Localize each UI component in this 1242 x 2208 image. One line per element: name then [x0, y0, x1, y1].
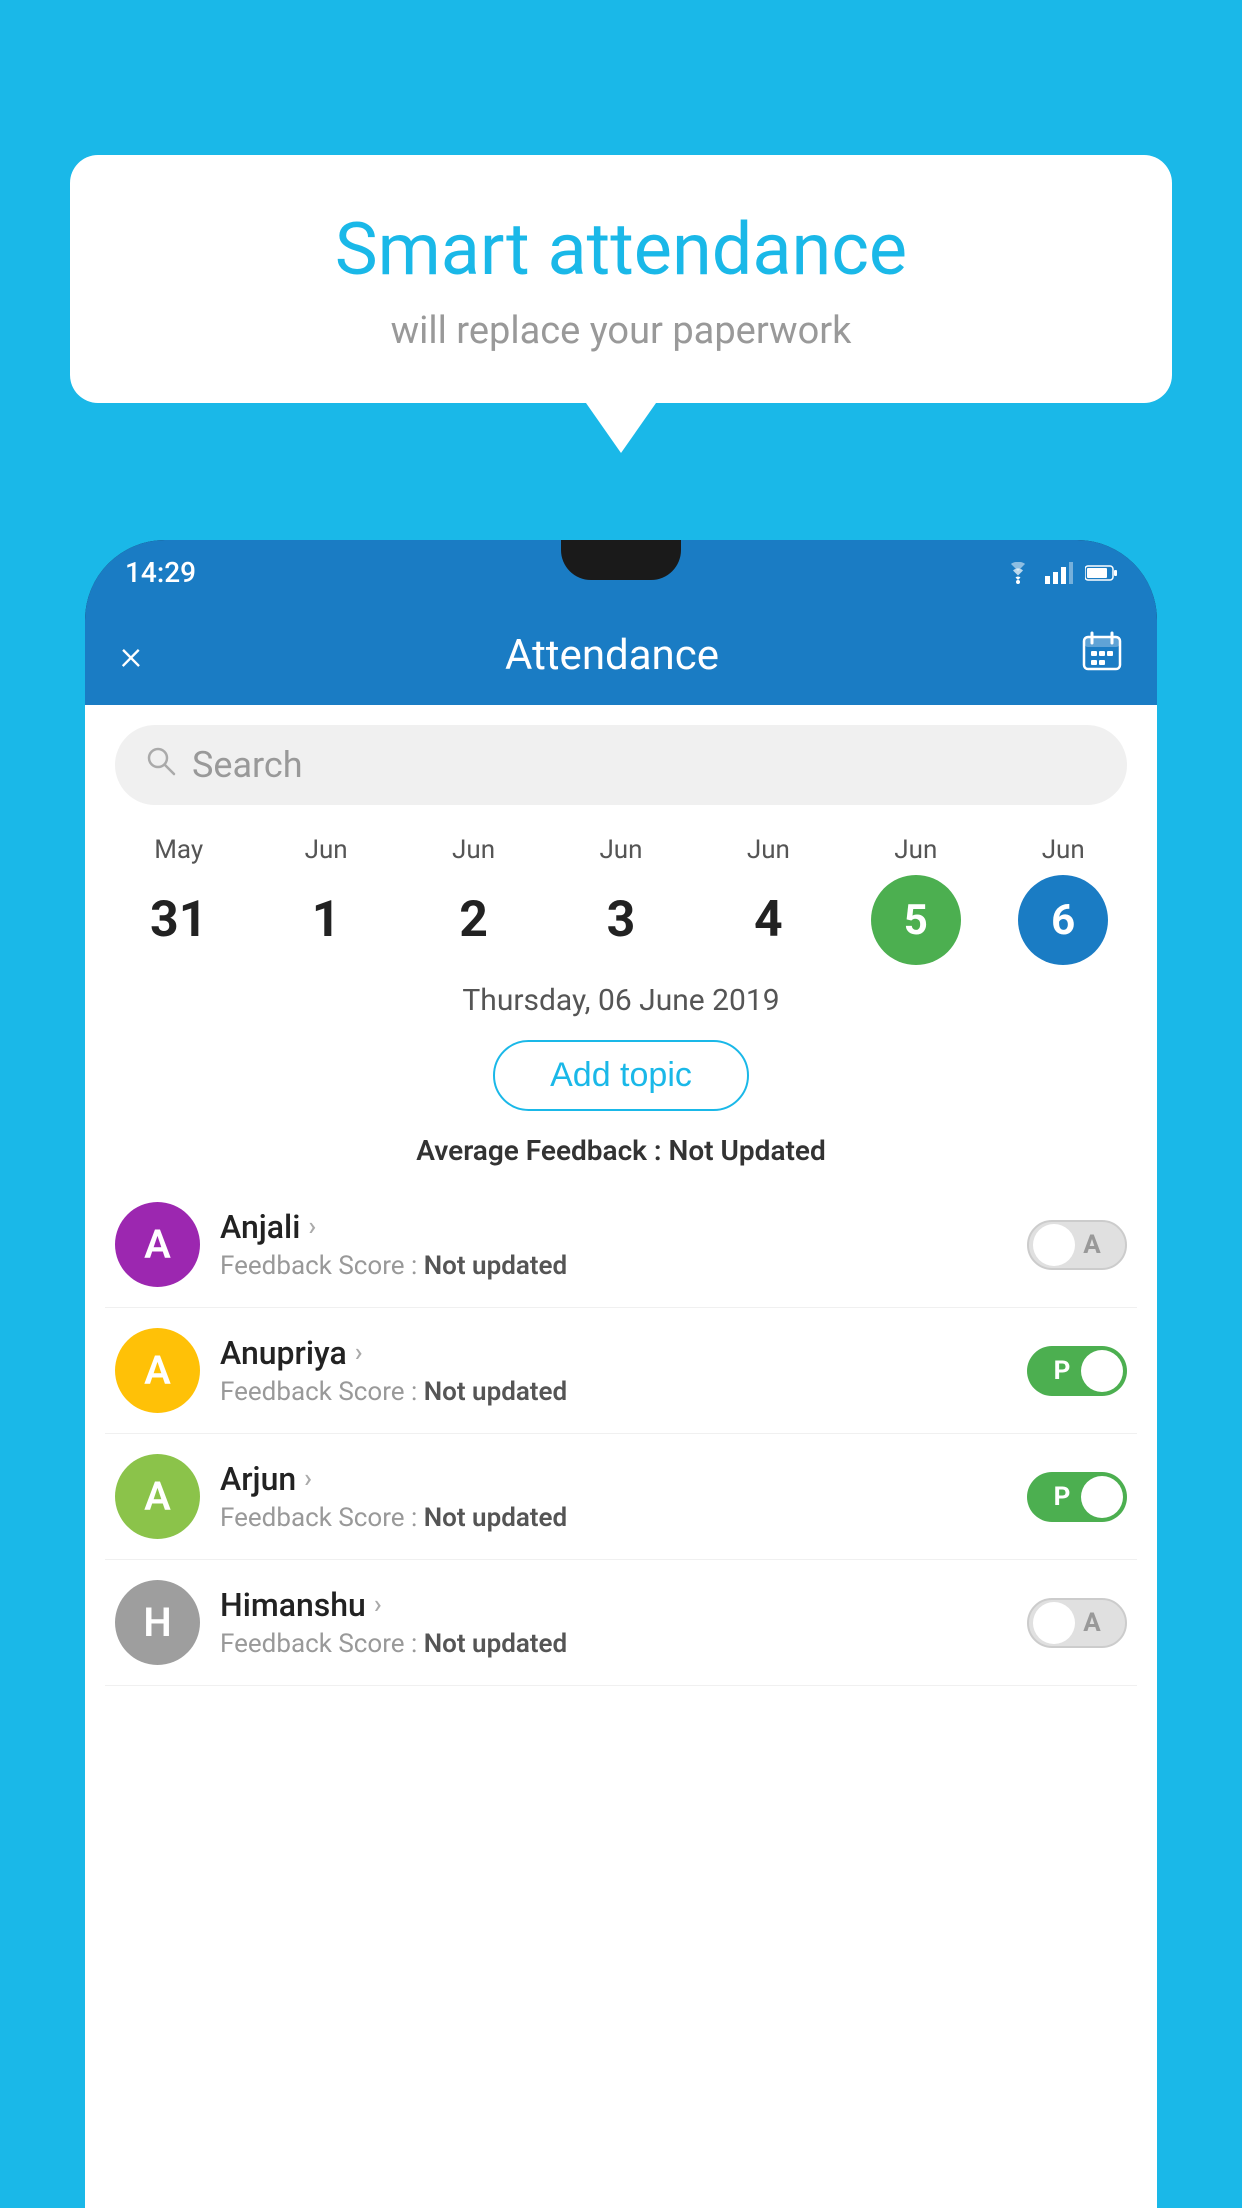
student-feedback: Feedback Score : Not updated [220, 1503, 1007, 1533]
student-item[interactable]: A Anjali › Feedback Score : Not updated A [105, 1182, 1137, 1308]
calendar-day[interactable]: Jun 4 [713, 835, 823, 965]
add-topic-container: Add topic [85, 1030, 1157, 1126]
calendar-day[interactable]: Jun 1 [271, 835, 381, 965]
wifi-icon [1003, 562, 1033, 584]
student-item[interactable]: A Anupriya › Feedback Score : Not updated P [105, 1308, 1137, 1434]
student-info: Anupriya › Feedback Score : Not updated [220, 1334, 1007, 1407]
phone-frame: 14:29 × At [85, 540, 1157, 2208]
calendar-month: May [154, 835, 203, 865]
student-name: Arjun › [220, 1460, 1007, 1498]
app-header: × Attendance [85, 605, 1157, 705]
calendar-icon[interactable] [1082, 631, 1122, 680]
calendar-strip: May 31 Jun 1 Jun 2 Jun 3 Jun 4 Jun 5 Jun 6 [85, 820, 1157, 965]
feedback-value: Not updated [424, 1503, 567, 1533]
speech-bubble-container: Smart attendance will replace your paper… [70, 155, 1172, 453]
student-avatar: A [115, 1328, 200, 1413]
attendance-toggle[interactable]: A [1027, 1220, 1127, 1270]
attendance-toggle[interactable]: A [1027, 1598, 1127, 1648]
attendance-toggle-container: A [1027, 1220, 1127, 1270]
toggle-circle [1033, 1602, 1075, 1644]
calendar-date: 4 [723, 875, 813, 965]
calendar-date: 3 [576, 875, 666, 965]
calendar-day[interactable]: May 31 [124, 835, 234, 965]
calendar-month: Jun [305, 835, 348, 865]
selected-date-label: Thursday, 06 June 2019 [85, 965, 1157, 1030]
calendar-day[interactable]: Jun 2 [419, 835, 529, 965]
student-avatar: A [115, 1454, 200, 1539]
feedback-value: Not updated [424, 1629, 567, 1659]
search-icon [145, 745, 177, 785]
attendance-toggle[interactable]: P [1027, 1472, 1127, 1522]
calendar-day[interactable]: Jun 5 [861, 835, 971, 965]
student-info: Anjali › Feedback Score : Not updated [220, 1208, 1007, 1281]
search-bar[interactable]: Search [115, 725, 1127, 805]
student-feedback: Feedback Score : Not updated [220, 1629, 1007, 1659]
calendar-day[interactable]: Jun 6 [1008, 835, 1118, 965]
calendar-date: 5 [871, 875, 961, 965]
student-name: Anjali › [220, 1208, 1007, 1246]
toggle-label: P [1054, 1356, 1071, 1386]
chevron-icon: › [355, 1338, 363, 1368]
attendance-toggle-container: A [1027, 1598, 1127, 1648]
feedback-value: Not updated [424, 1251, 567, 1281]
calendar-month: Jun [599, 835, 642, 865]
calendar-month: Jun [747, 835, 790, 865]
toggle-label: A [1083, 1230, 1100, 1260]
calendar-date: 1 [281, 875, 371, 965]
calendar-month: Jun [894, 835, 937, 865]
student-info: Himanshu › Feedback Score : Not updated [220, 1586, 1007, 1659]
student-item[interactable]: A Arjun › Feedback Score : Not updated P [105, 1434, 1137, 1560]
status-bar: 14:29 [85, 540, 1157, 605]
chevron-icon: › [304, 1464, 312, 1494]
student-name: Anupriya › [220, 1334, 1007, 1372]
toggle-circle [1081, 1476, 1123, 1518]
speech-bubble-title: Smart attendance [130, 210, 1112, 289]
app-content: Search May 31 Jun 1 Jun 2 Jun 3 Jun 4 Jun 5 Jun 6 Thu… [85, 705, 1157, 2208]
student-feedback: Feedback Score : Not updated [220, 1377, 1007, 1407]
student-avatar: A [115, 1202, 200, 1287]
feedback-value: Not updated [424, 1377, 567, 1407]
toggle-label: A [1083, 1608, 1100, 1638]
speech-bubble: Smart attendance will replace your paper… [70, 155, 1172, 403]
search-container: Search [85, 705, 1157, 820]
search-placeholder: Search [192, 744, 303, 786]
calendar-date: 6 [1018, 875, 1108, 965]
signal-icon [1045, 562, 1073, 584]
student-item[interactable]: H Himanshu › Feedback Score : Not updated A [105, 1560, 1137, 1686]
chevron-icon: › [308, 1212, 316, 1242]
speech-bubble-subtitle: will replace your paperwork [130, 309, 1112, 353]
attendance-toggle[interactable]: P [1027, 1346, 1127, 1396]
notch [561, 540, 681, 580]
toggle-circle [1033, 1224, 1075, 1266]
battery-icon [1085, 564, 1117, 582]
calendar-date: 2 [429, 875, 519, 965]
average-feedback: Average Feedback : Not Updated [85, 1126, 1157, 1182]
close-button[interactable]: × [120, 631, 142, 680]
calendar-day[interactable]: Jun 3 [566, 835, 676, 965]
toggle-circle [1081, 1350, 1123, 1392]
student-feedback: Feedback Score : Not updated [220, 1251, 1007, 1281]
student-list: AAnjali ›Feedback Score : Not updatedAAA… [85, 1182, 1157, 1686]
toggle-label: P [1054, 1482, 1071, 1512]
calendar-month: Jun [452, 835, 495, 865]
student-info: Arjun › Feedback Score : Not updated [220, 1460, 1007, 1533]
add-topic-button[interactable]: Add topic [493, 1040, 749, 1111]
chevron-icon: › [374, 1590, 382, 1620]
attendance-toggle-container: P [1027, 1346, 1127, 1396]
attendance-toggle-container: P [1027, 1472, 1127, 1522]
status-time: 14:29 [125, 556, 196, 589]
app-title: Attendance [505, 631, 719, 680]
avg-feedback-value: Not Updated [669, 1134, 826, 1167]
calendar-date: 31 [134, 875, 224, 965]
calendar-month: Jun [1042, 835, 1085, 865]
student-avatar: H [115, 1580, 200, 1665]
speech-bubble-arrow [586, 403, 656, 453]
student-name: Himanshu › [220, 1586, 1007, 1624]
status-icons [1003, 562, 1117, 584]
avg-feedback-label: Average Feedback : [416, 1134, 668, 1167]
